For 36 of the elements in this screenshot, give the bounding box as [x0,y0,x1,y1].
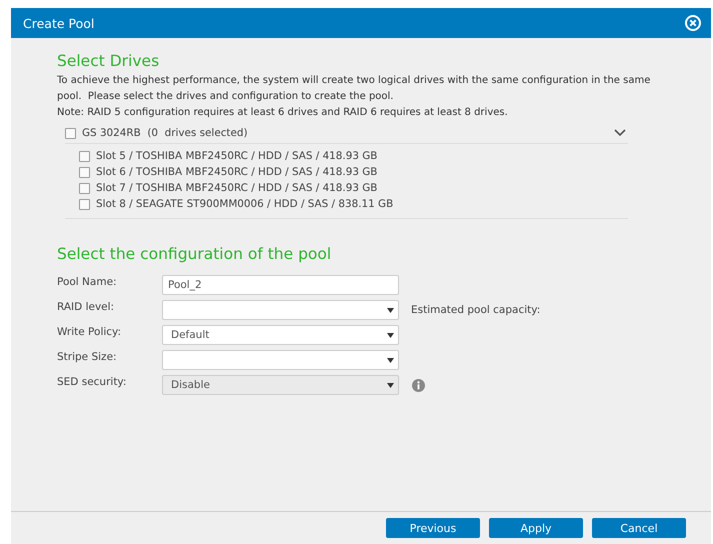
checkbox[interactable] [79,150,90,162]
checkbox[interactable] [79,166,90,178]
checkbox[interactable] [79,182,90,194]
enclosure-row[interactable]: GS 3024RB (0 drives selected) [65,123,628,144]
dialog-button[interactable]: Cancel [592,518,686,538]
chevron-icon[interactable] [614,129,626,137]
field-label: Pool Name: [57,275,118,288]
dialog-button[interactable]: Previous [386,518,480,538]
text-field[interactable]: Pool_2 [162,275,399,295]
drive-label: Slot 6 / TOSHIBA MBF2450RC / HDD / SAS / 418.93 GB [96,166,378,178]
dropdown-arrow-icon [387,358,394,362]
checkbox[interactable] [65,128,76,138]
drive-label: Slot 5 / TOSHIBA MBF2450RC / HDD / SAS / 418.93 GB [96,150,378,162]
dialog-button[interactable]: Apply [489,518,583,538]
field-label: Stripe Size: [57,350,118,363]
checkbox[interactable] [79,198,90,210]
dropdown-field[interactable] [162,300,399,320]
description-text: Note: RAID 5 configuration requires at least 6 drives and RAID 6 requires at least 8 drives. [57,106,509,120]
capacity-label: Estimated pool capacity: [411,304,540,316]
section-heading: Select the configuration of the pool [57,245,332,263]
field-label: SED security: [57,375,128,388]
dropdown-arrow-icon [387,308,394,312]
window-title: Create Pool [23,16,94,30]
dropdown-field[interactable] [162,350,399,370]
field-label: Write Policy: [57,325,122,338]
dropdown-arrow-icon [387,382,394,388]
enclosure-label: GS 3024RB (0 drives selected) [82,127,248,139]
close-icon [685,15,701,31]
dropdown-field[interactable]: Default [162,325,399,345]
close-button[interactable] [685,15,701,31]
dropdown-arrow-icon [387,332,394,338]
drive-label: Slot 8 / SEAGATE ST900MM0006 / HDD / SAS / 838.11 GB [96,198,394,210]
section-heading: Select Drives [57,52,160,70]
field-label: RAID level: [57,300,116,313]
drive-label: Slot 7 / TOSHIBA MBF2450RC / HDD / SAS / 418.93 GB [96,182,378,194]
description-text: To achieve the highest performance, the system will create two logical drives with the same configuration in the same pool. Please select the drives and configuration to create the pool. [57,74,652,104]
